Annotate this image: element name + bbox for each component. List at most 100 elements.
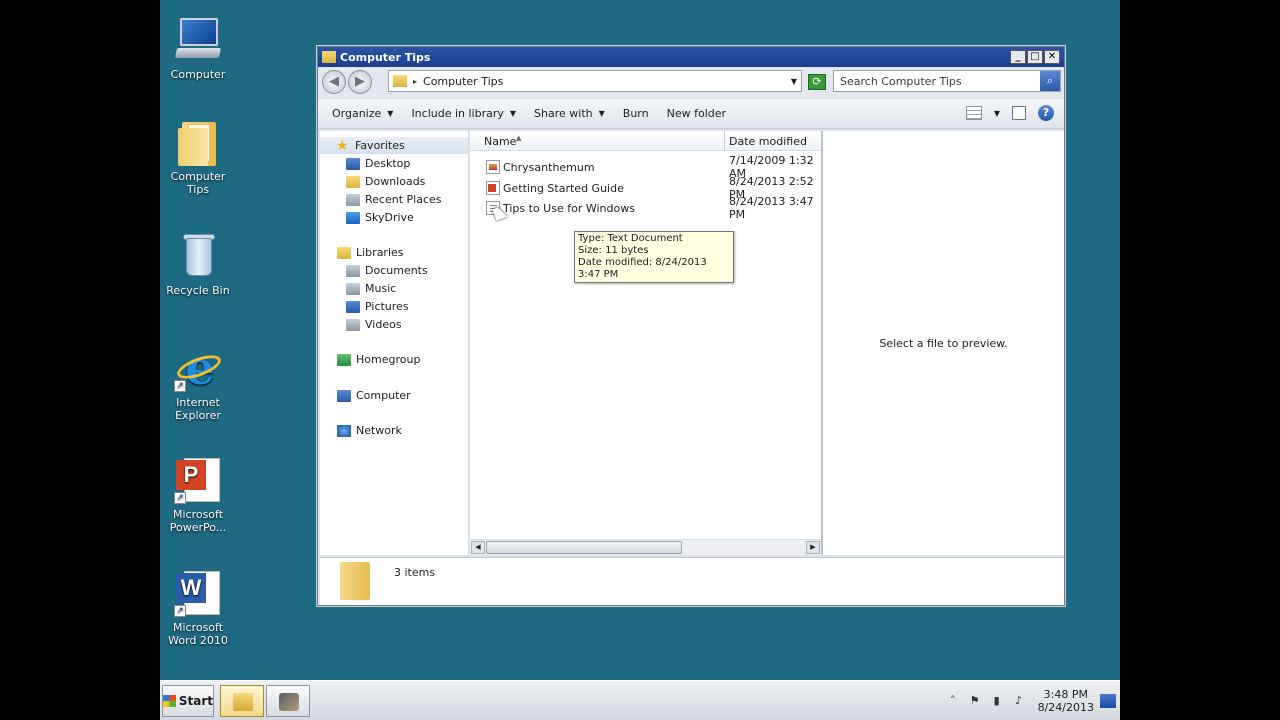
column-header: Name ▲ Date modified	[470, 131, 821, 151]
desktop-icon-computer-tips[interactable]: Computer Tips	[160, 118, 236, 196]
search-icon[interactable]: ⌕	[1040, 71, 1060, 91]
desktop-icon-label: Recycle Bin	[166, 284, 230, 297]
search-input[interactable]: Search Computer Tips ⌕	[833, 70, 1061, 92]
show-desktop-icon[interactable]	[1100, 694, 1116, 708]
nav-recent-places[interactable]: Recent Places	[346, 191, 442, 208]
nav-label: Homegroup	[356, 353, 421, 366]
share-with-button[interactable]: Share with ▼	[534, 107, 605, 120]
nav-libraries[interactable]: Libraries	[337, 244, 404, 261]
desktop-icon-computer[interactable]: Computer	[160, 16, 236, 81]
chevron-down-icon[interactable]: ▼	[994, 109, 1000, 118]
star-icon: ★	[336, 137, 349, 154]
folder-icon	[393, 75, 407, 87]
file-row[interactable]: Chrysanthemum 7/14/2009 1:32 AM	[486, 154, 820, 180]
nav-label: Music	[365, 282, 397, 295]
nav-label: Recent Places	[365, 193, 442, 206]
nav-label: Downloads	[365, 175, 426, 188]
nav-label: Favorites	[355, 139, 405, 152]
desktop-icon-recycle-bin[interactable]: Recycle Bin	[160, 232, 236, 297]
music-icon	[346, 282, 360, 295]
desktop-icon-powerpoint[interactable]: P ↗ Microsoft PowerPo...	[160, 456, 236, 534]
clock[interactable]: 3:48 PM 8/24/2013	[1038, 688, 1094, 714]
close-button[interactable]: ✕	[1044, 50, 1060, 64]
taskbar-app-button[interactable]	[266, 685, 310, 717]
taskbar-explorer-button[interactable]	[220, 685, 264, 717]
recorder-app-icon	[279, 693, 299, 711]
refresh-button[interactable]: ⟳	[808, 74, 826, 90]
new-folder-button[interactable]: New folder	[667, 107, 726, 120]
nav-music[interactable]: Music	[346, 280, 396, 297]
recycle-bin-icon	[174, 232, 222, 280]
preview-pane-icon[interactable]	[1012, 106, 1026, 120]
window-title: Computer Tips	[340, 50, 431, 64]
include-in-library-button[interactable]: Include in library ▼	[411, 107, 516, 120]
powerpoint-icon: P ↗	[174, 456, 222, 504]
help-icon[interactable]: ?	[1038, 105, 1054, 121]
desktop-icon-internet-explorer[interactable]: e ↗ Internet Explorer	[160, 344, 236, 422]
address-row: ◀ ▶ ▸ Computer Tips ▼ ⟳ Search Computer …	[318, 67, 1064, 97]
address-bar[interactable]: ▸ Computer Tips ▼	[388, 70, 802, 92]
chevron-down-icon: ▼	[387, 109, 394, 118]
nav-documents[interactable]: Documents	[346, 262, 428, 279]
minimize-button[interactable]: _	[1010, 50, 1026, 64]
chevron-down-icon[interactable]: ▼	[791, 77, 797, 86]
computer-icon	[174, 16, 222, 64]
breadcrumb-chevron-icon[interactable]: ▸	[413, 77, 417, 86]
sort-ascending-icon: ▲	[516, 134, 522, 142]
burn-button[interactable]: Burn	[623, 107, 649, 120]
nav-downloads[interactable]: Downloads	[346, 173, 425, 190]
chevron-down-icon: ▼	[598, 109, 605, 118]
maximize-button[interactable]: □	[1027, 50, 1043, 64]
nav-label: Documents	[365, 264, 428, 277]
file-list: Name ▲ Date modified Chrysanthemum 7/14/…	[470, 131, 821, 555]
scroll-thumb[interactable]	[486, 541, 682, 554]
column-divider[interactable]	[724, 131, 725, 151]
volume-icon[interactable]: ♪	[1012, 694, 1026, 708]
organize-button[interactable]: Organize ▼	[332, 107, 393, 120]
file-date: 8/24/2013 3:47 PM	[729, 195, 814, 221]
preview-pane: Select a file to preview.	[823, 131, 1064, 555]
nav-videos[interactable]: Videos	[346, 316, 402, 333]
start-button[interactable]: Start	[162, 685, 214, 717]
network-signal-icon[interactable]: ▮	[990, 694, 1004, 708]
recent-places-icon	[346, 193, 360, 206]
forward-button[interactable]: ▶	[348, 70, 372, 94]
nav-label: SkyDrive	[365, 211, 414, 224]
desktop-icon	[346, 157, 360, 170]
file-tooltip: Type: Text Document Size: 11 bytes Date …	[574, 231, 734, 283]
column-date-modified[interactable]: Date modified	[729, 135, 807, 148]
nav-label: Videos	[365, 318, 402, 331]
preview-message: Select a file to preview.	[879, 337, 1008, 350]
network-icon	[337, 424, 351, 437]
column-name[interactable]: Name	[484, 135, 516, 148]
scroll-left-icon[interactable]: ◀	[471, 541, 485, 554]
scroll-right-icon[interactable]: ▶	[806, 541, 820, 554]
nav-skydrive[interactable]: SkyDrive	[346, 209, 414, 226]
title-bar[interactable]: Computer Tips _ □ ✕	[318, 47, 1064, 67]
folder-icon	[322, 51, 336, 63]
file-row[interactable]: Tips to Use for Windows 8/24/2013 3:47 P…	[486, 195, 820, 221]
back-button[interactable]: ◀	[322, 70, 346, 94]
clock-time: 3:48 PM	[1043, 688, 1088, 701]
desktop-icon-word[interactable]: W ↗ Microsoft Word 2010	[160, 569, 236, 647]
horizontal-scrollbar[interactable]: ◀ ▶	[470, 539, 821, 555]
nav-homegroup[interactable]: Homegroup	[337, 351, 420, 368]
nav-favorites[interactable]: ★ Favorites	[320, 137, 468, 154]
folder-icon	[233, 693, 253, 711]
navigation-pane: ★ Favorites Desktop Downloads Recent Plac…	[320, 131, 469, 555]
nav-pictures[interactable]: Pictures	[346, 298, 409, 315]
nav-label: Pictures	[365, 300, 409, 313]
word-icon: W ↗	[174, 569, 222, 617]
nav-computer[interactable]: Computer	[337, 387, 411, 404]
breadcrumb-item[interactable]: Computer Tips	[423, 75, 503, 88]
show-hidden-icons-icon[interactable]: ˄	[946, 694, 960, 708]
folder-icon	[340, 562, 370, 600]
nav-desktop[interactable]: Desktop	[346, 155, 410, 172]
taskbar: Start ˄ ⚑ ▮ ♪ 3:48 PM 8/24/2013	[160, 680, 1120, 720]
folder-icon	[174, 118, 222, 166]
action-center-icon[interactable]: ⚑	[968, 694, 982, 708]
shortcut-arrow-icon: ↗	[174, 380, 186, 392]
nav-network[interactable]: Network	[337, 422, 402, 439]
change-view-icon[interactable]	[965, 106, 982, 120]
videos-icon	[346, 318, 360, 331]
